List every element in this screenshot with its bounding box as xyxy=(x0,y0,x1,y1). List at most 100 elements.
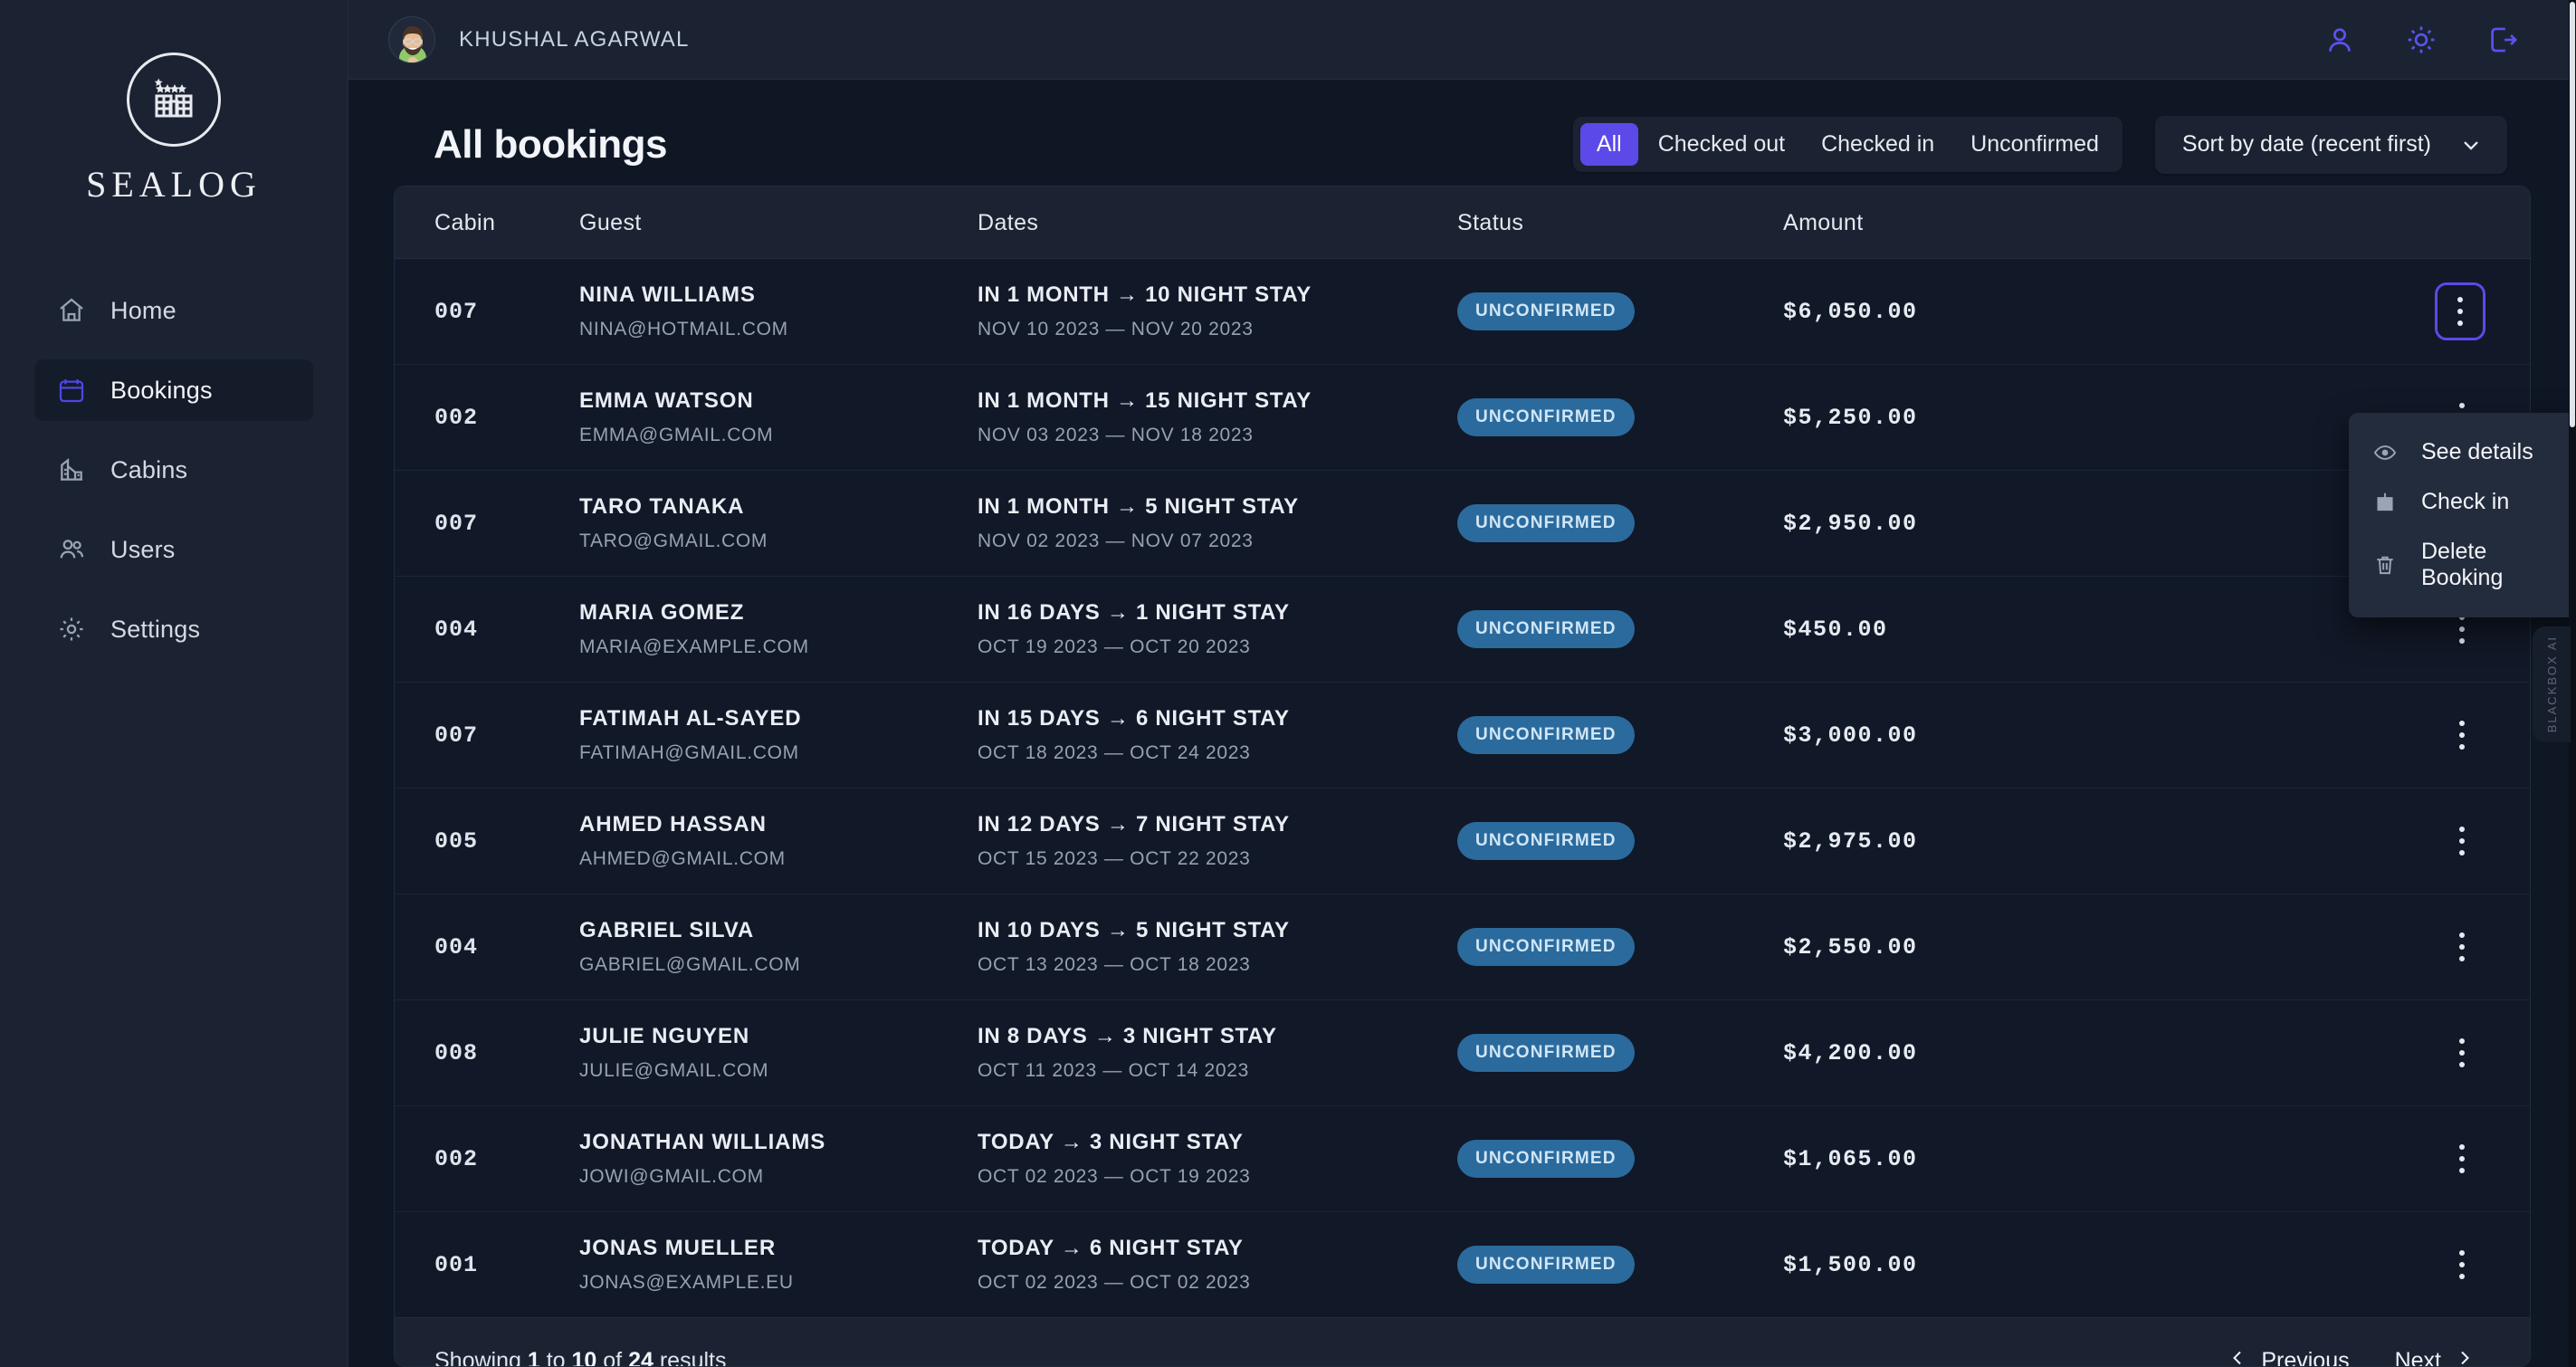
cell-amount: $2,950.00 xyxy=(1783,511,2109,537)
sun-icon[interactable] xyxy=(2404,23,2438,57)
sidebar-item-label: Cabins xyxy=(110,456,187,484)
guest-name: JULIE NGUYEN xyxy=(579,1024,978,1049)
filter-all[interactable]: All xyxy=(1580,123,1638,166)
cell-guest: TARO TANAKATARO@GMAIL.COM xyxy=(579,494,978,552)
cell-status: UNCONFIRMED xyxy=(1457,1246,1783,1284)
chevron-right-icon xyxy=(2454,1347,2476,1367)
next-page-button[interactable]: Next xyxy=(2386,1342,2485,1367)
cabin-icon xyxy=(56,454,87,485)
table-body: 007NINA WILLIAMSNINA@HOTMAIL.COMIN 1 MON… xyxy=(395,259,2530,1317)
cell-amount: $1,500.00 xyxy=(1783,1252,2109,1278)
column-header-dates: Dates xyxy=(978,210,1457,236)
sort-select-value: Sort by date (recent first) xyxy=(2182,131,2431,158)
sort-select[interactable]: Sort by date (recent first) xyxy=(2155,116,2507,174)
row-menu-button[interactable] xyxy=(2441,817,2483,865)
guest-name: NINA WILLIAMS xyxy=(579,282,978,308)
cell-amount: $2,550.00 xyxy=(1783,934,2109,961)
sidebar-item-users[interactable]: Users xyxy=(34,519,313,580)
cell-actions xyxy=(2109,1029,2483,1076)
cell-dates: IN 12 DAYS → 7 NIGHT STAYOCT 15 2023 — O… xyxy=(978,812,1457,870)
dates-relative: TODAY → 6 NIGHT STAY xyxy=(978,1236,1457,1261)
table-row: 008JULIE NGUYENJULIE@GMAIL.COMIN 8 DAYS … xyxy=(395,1000,2530,1106)
cell-amount: $6,050.00 xyxy=(1783,299,2109,325)
dates-range: OCT 11 2023 — OCT 14 2023 xyxy=(978,1060,1457,1082)
dates-range: NOV 10 2023 — NOV 20 2023 xyxy=(978,319,1457,340)
sidebar-item-bookings[interactable]: Bookings xyxy=(34,359,313,421)
sidebar-item-label: Users xyxy=(110,536,176,564)
previous-label: Previous xyxy=(2261,1348,2349,1367)
cell-cabin: 002 xyxy=(434,1146,579,1172)
chevron-down-icon xyxy=(2458,132,2484,158)
previous-page-button[interactable]: Previous xyxy=(2218,1342,2358,1367)
cell-status: UNCONFIRMED xyxy=(1457,398,1783,436)
table-header-row: Cabin Guest Dates Status Amount xyxy=(395,186,2530,259)
brand-name: SEALOG xyxy=(86,163,262,206)
home-icon xyxy=(56,295,87,326)
sidebar-item-settings[interactable]: Settings xyxy=(34,598,313,660)
row-menu-button[interactable] xyxy=(2441,1029,2483,1076)
cell-amount: $3,000.00 xyxy=(1783,722,2109,749)
user-chip[interactable]: KHUSHAL AGARWAL xyxy=(388,16,690,63)
sidebar-item-home[interactable]: Home xyxy=(34,280,313,341)
main-area: KHUSHAL AGARWAL All bookings Al xyxy=(348,0,2576,1367)
row-menu-button[interactable] xyxy=(2441,712,2483,759)
cell-actions xyxy=(2109,923,2483,970)
check-in-icon xyxy=(2372,490,2398,515)
sidebar-item-label: Home xyxy=(110,297,177,325)
table-row: 002EMMA WATSONEMMA@GMAIL.COMIN 1 MONTH →… xyxy=(395,365,2530,471)
gear-icon xyxy=(56,614,87,645)
sidebar-item-cabins[interactable]: Cabins xyxy=(34,439,313,501)
guest-email: AHMED@GMAIL.COM xyxy=(579,848,978,870)
cell-status: UNCONFIRMED xyxy=(1457,716,1783,754)
brand-logo[interactable]: SEALOG xyxy=(86,53,262,206)
cell-actions xyxy=(2109,712,2483,759)
row-menu-button[interactable] xyxy=(2441,1135,2483,1182)
dates-relative: IN 10 DAYS → 5 NIGHT STAY xyxy=(978,918,1457,943)
cell-cabin: 004 xyxy=(434,934,579,961)
column-header-amount: Amount xyxy=(1783,210,2109,236)
page-scrollbar-thumb[interactable] xyxy=(2570,2,2575,427)
guest-name: FATIMAH AL-SAYED xyxy=(579,706,978,731)
guest-name: JONAS MUELLER xyxy=(579,1236,978,1261)
guest-email: JOWI@GMAIL.COM xyxy=(579,1166,978,1188)
cell-amount: $450.00 xyxy=(1783,617,2109,643)
blackbox-ai-side-tab[interactable]: BLACKBOX AI xyxy=(2533,626,2571,742)
avatar xyxy=(388,16,435,63)
menu-item-see-details[interactable]: See details xyxy=(2349,427,2576,477)
cell-status: UNCONFIRMED xyxy=(1457,292,1783,330)
menu-item-check-in[interactable]: Check in xyxy=(2349,477,2576,527)
filter-unconfirmed[interactable]: Unconfirmed xyxy=(1954,123,2115,166)
table-row: 002JONATHAN WILLIAMSJOWI@GMAIL.COMTODAY … xyxy=(395,1106,2530,1212)
page-header: All bookings All Checked out Checked in … xyxy=(394,107,2531,182)
topbar-icon-group xyxy=(2323,23,2540,57)
cell-amount: $5,250.00 xyxy=(1783,405,2109,431)
status-filter-group: All Checked out Checked in Unconfirmed xyxy=(1573,117,2123,172)
cell-status: UNCONFIRMED xyxy=(1457,928,1783,966)
sidebar-item-label: Bookings xyxy=(110,377,213,405)
summary-to: 10 xyxy=(572,1348,597,1367)
cell-cabin: 002 xyxy=(434,405,579,431)
chevron-left-icon xyxy=(2227,1347,2248,1367)
row-menu-button[interactable] xyxy=(2438,285,2483,338)
dates-relative: IN 16 DAYS → 1 NIGHT STAY xyxy=(978,600,1457,626)
status-badge: UNCONFIRMED xyxy=(1457,716,1635,754)
status-badge: UNCONFIRMED xyxy=(1457,1140,1635,1178)
cell-actions xyxy=(2109,1135,2483,1182)
cell-dates: IN 1 MONTH → 5 NIGHT STAYNOV 02 2023 — N… xyxy=(978,494,1457,552)
row-menu-button[interactable] xyxy=(2441,1241,2483,1288)
filter-checked-in[interactable]: Checked in xyxy=(1805,123,1951,166)
menu-item-delete-booking[interactable]: Delete Booking xyxy=(2349,527,2576,603)
column-header-cabin: Cabin xyxy=(434,210,579,236)
status-badge: UNCONFIRMED xyxy=(1457,292,1635,330)
user-icon[interactable] xyxy=(2323,23,2357,57)
logout-icon[interactable] xyxy=(2485,23,2520,57)
cell-amount: $1,065.00 xyxy=(1783,1146,2109,1172)
blackbox-ai-label: BLACKBOX AI xyxy=(2545,636,2559,732)
dates-relative: IN 8 DAYS → 3 NIGHT STAY xyxy=(978,1024,1457,1049)
column-header-actions xyxy=(2109,210,2483,236)
dates-range: OCT 13 2023 — OCT 18 2023 xyxy=(978,954,1457,976)
cell-guest: JONATHAN WILLIAMSJOWI@GMAIL.COM xyxy=(579,1130,978,1188)
cell-guest: FATIMAH AL-SAYEDFATIMAH@GMAIL.COM xyxy=(579,706,978,764)
row-menu-button[interactable] xyxy=(2441,923,2483,970)
filter-checked-out[interactable]: Checked out xyxy=(1642,123,1801,166)
